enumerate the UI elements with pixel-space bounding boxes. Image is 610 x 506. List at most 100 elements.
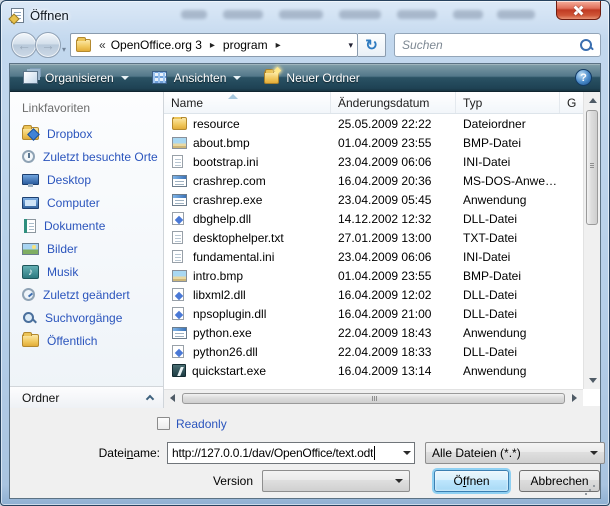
help-button[interactable]: ?	[575, 69, 592, 86]
column-header-date[interactable]: Änderungsdatum	[331, 92, 456, 113]
filename-label: Dateiname:	[10, 446, 167, 460]
breadcrumb-item-openoffice[interactable]: OpenOffice.org 3	[111, 38, 202, 52]
file-name: fundamental.ini	[193, 250, 274, 264]
file-icon	[172, 345, 184, 358]
file-row[interactable]: crashrep.exe 23.04.2009 05:45 Anwendung	[164, 190, 583, 209]
scroll-left-button[interactable]	[164, 390, 181, 407]
background-window-ghost	[223, 10, 263, 19]
search-input[interactable]: Suchen	[394, 33, 601, 57]
folders-expander[interactable]: Ordner	[10, 386, 163, 408]
file-name: dbghelp.dll	[193, 212, 251, 226]
sidebar-item[interactable]: Computer	[10, 191, 163, 214]
file-type: Anwendung	[456, 364, 560, 378]
sidebar-item[interactable]: Suchvorgänge	[10, 306, 163, 329]
chevron-right-icon[interactable]: ▸	[276, 40, 281, 51]
sidebar-item-icon	[22, 334, 39, 347]
horizontal-scrollbar[interactable]	[164, 389, 583, 406]
horizontal-scroll-thumb[interactable]	[182, 393, 565, 404]
file-row[interactable]: about.bmp 01.04.2009 23:55 BMP-Datei	[164, 133, 583, 152]
scroll-up-button[interactable]	[584, 92, 601, 109]
address-dropdown-icon[interactable]: ▾	[348, 40, 353, 51]
file-row[interactable]: python26.dll 22.04.2009 18:33 DLL-Datei	[164, 342, 583, 361]
file-rows: resource 25.05.2009 22:22 Dateiordner ab…	[164, 114, 583, 389]
sidebar-item[interactable]: Dokumente	[10, 214, 163, 237]
forward-button[interactable]: →	[35, 32, 61, 58]
help-icon: ?	[580, 72, 587, 84]
titlebar[interactable]: Öffnen	[1, 1, 609, 29]
sidebar-item-icon	[22, 311, 37, 325]
file-date: 25.05.2009 22:22	[331, 117, 456, 131]
file-row[interactable]: npsoplugin.dll 16.04.2009 21:00 DLL-Date…	[164, 304, 583, 323]
background-window-ghost	[339, 10, 381, 19]
column-header-name[interactable]: Name	[164, 92, 331, 113]
chevron-down-icon[interactable]	[403, 451, 411, 455]
vertical-scrollbar[interactable]	[583, 92, 600, 389]
dialog-body: Linkfavoriten Dropbox Zuletzt besuchte O…	[10, 92, 600, 408]
file-icon	[172, 231, 183, 244]
text-cursor	[374, 446, 375, 460]
file-date: 14.12.2002 12:32	[331, 212, 456, 226]
file-row[interactable]: desktophelper.txt 27.01.2009 13:00 TXT-D…	[164, 228, 583, 247]
background-window-ghost	[453, 10, 483, 19]
triangle-up-icon	[589, 98, 597, 103]
file-row[interactable]: intro.bmp 01.04.2009 23:55 BMP-Datei	[164, 266, 583, 285]
new-folder-button[interactable]: Neuer Ordner	[259, 68, 367, 88]
file-type: DLL-Datei	[456, 345, 560, 359]
file-name: desktophelper.txt	[193, 231, 284, 245]
folder-icon	[76, 39, 91, 52]
sidebar-item[interactable]: Zuletzt geändert	[10, 283, 163, 306]
sidebar-item-label: Suchvorgänge	[45, 311, 122, 325]
scroll-down-button[interactable]	[584, 372, 601, 389]
vertical-scroll-thumb[interactable]	[586, 110, 598, 225]
file-row[interactable]: quickstart.exe 16.04.2009 13:14 Anwendun…	[164, 361, 583, 380]
file-row[interactable]: resource 25.05.2009 22:22 Dateiordner	[164, 114, 583, 133]
sidebar-item[interactable]: ♪ Musik	[10, 260, 163, 283]
chevron-right-icon[interactable]: ▸	[210, 40, 215, 51]
file-row[interactable]: libxml2.dll 16.04.2009 12:02 DLL-Datei	[164, 285, 583, 304]
sidebar-item[interactable]: Bilder	[10, 237, 163, 260]
column-header-type[interactable]: Typ	[456, 92, 560, 113]
version-select[interactable]	[262, 470, 410, 492]
readonly-label[interactable]: Readonly	[176, 417, 227, 431]
file-row[interactable]: python.exe 22.04.2009 18:43 Anwendung	[164, 323, 583, 342]
filetype-select[interactable]: Alle Dateien (*.*)	[425, 442, 605, 464]
file-icon	[172, 137, 187, 149]
breadcrumb[interactable]: « OpenOffice.org 3 ▸ program ▸ ▾	[70, 33, 358, 57]
file-type: INI-Datei	[456, 250, 560, 264]
scroll-right-button[interactable]	[566, 390, 583, 407]
favorites-list: Dropbox Zuletzt besuchte Orte Desktop Co…	[10, 122, 163, 386]
readonly-checkbox[interactable]	[157, 417, 170, 430]
views-icon	[152, 71, 167, 84]
sidebar-item-label: Bilder	[47, 242, 78, 256]
resize-grip[interactable]	[585, 483, 597, 495]
background-window-ghost	[397, 10, 437, 19]
sidebar-item[interactable]: Zuletzt besuchte Orte	[10, 145, 163, 168]
sidebar-item[interactable]: Öffentlich	[10, 329, 163, 352]
organize-button[interactable]: Organisieren	[18, 68, 137, 88]
breadcrumb-overflow-chevron[interactable]: «	[99, 38, 106, 52]
folders-label: Ordner	[22, 391, 59, 405]
triangle-right-icon	[572, 394, 577, 402]
file-type: Anwendung	[456, 193, 560, 207]
filename-input[interactable]: http://127.0.0.1/dav/OpenOffice/text.odt	[167, 442, 415, 464]
file-date: 01.04.2009 23:55	[331, 269, 456, 283]
breadcrumb-item-program[interactable]: program	[223, 38, 268, 52]
refresh-button[interactable]: ↻	[358, 33, 386, 57]
close-button[interactable]	[556, 1, 601, 20]
views-button[interactable]: Ansichten	[147, 68, 250, 88]
sidebar-item[interactable]: Desktop	[10, 168, 163, 191]
file-name: bootstrap.ini	[193, 155, 258, 169]
file-row[interactable]: crashrep.com 16.04.2009 20:36 MS-DOS-Anw…	[164, 171, 583, 190]
open-button[interactable]: Öffnen	[434, 470, 509, 492]
file-row[interactable]: dbghelp.dll 14.12.2002 12:32 DLL-Datei	[164, 209, 583, 228]
back-button[interactable]: ←	[11, 32, 37, 58]
recent-pages-dropdown[interactable]: ▾	[62, 45, 66, 54]
sidebar-item-label: Zuletzt geändert	[43, 288, 130, 302]
file-type: DLL-Datei	[456, 307, 560, 321]
file-row[interactable]: bootstrap.ini 23.04.2009 06:06 INI-Datei	[164, 152, 583, 171]
sidebar-item[interactable]: Dropbox	[10, 122, 163, 145]
chevron-up-icon	[146, 395, 154, 403]
sidebar: Linkfavoriten Dropbox Zuletzt besuchte O…	[10, 92, 164, 408]
file-row[interactable]: fundamental.ini 23.04.2009 06:06 INI-Dat…	[164, 247, 583, 266]
open-dialog: Öffnen ← → ▾ « OpenOffice.org 3 ▸ progra…	[0, 0, 610, 506]
